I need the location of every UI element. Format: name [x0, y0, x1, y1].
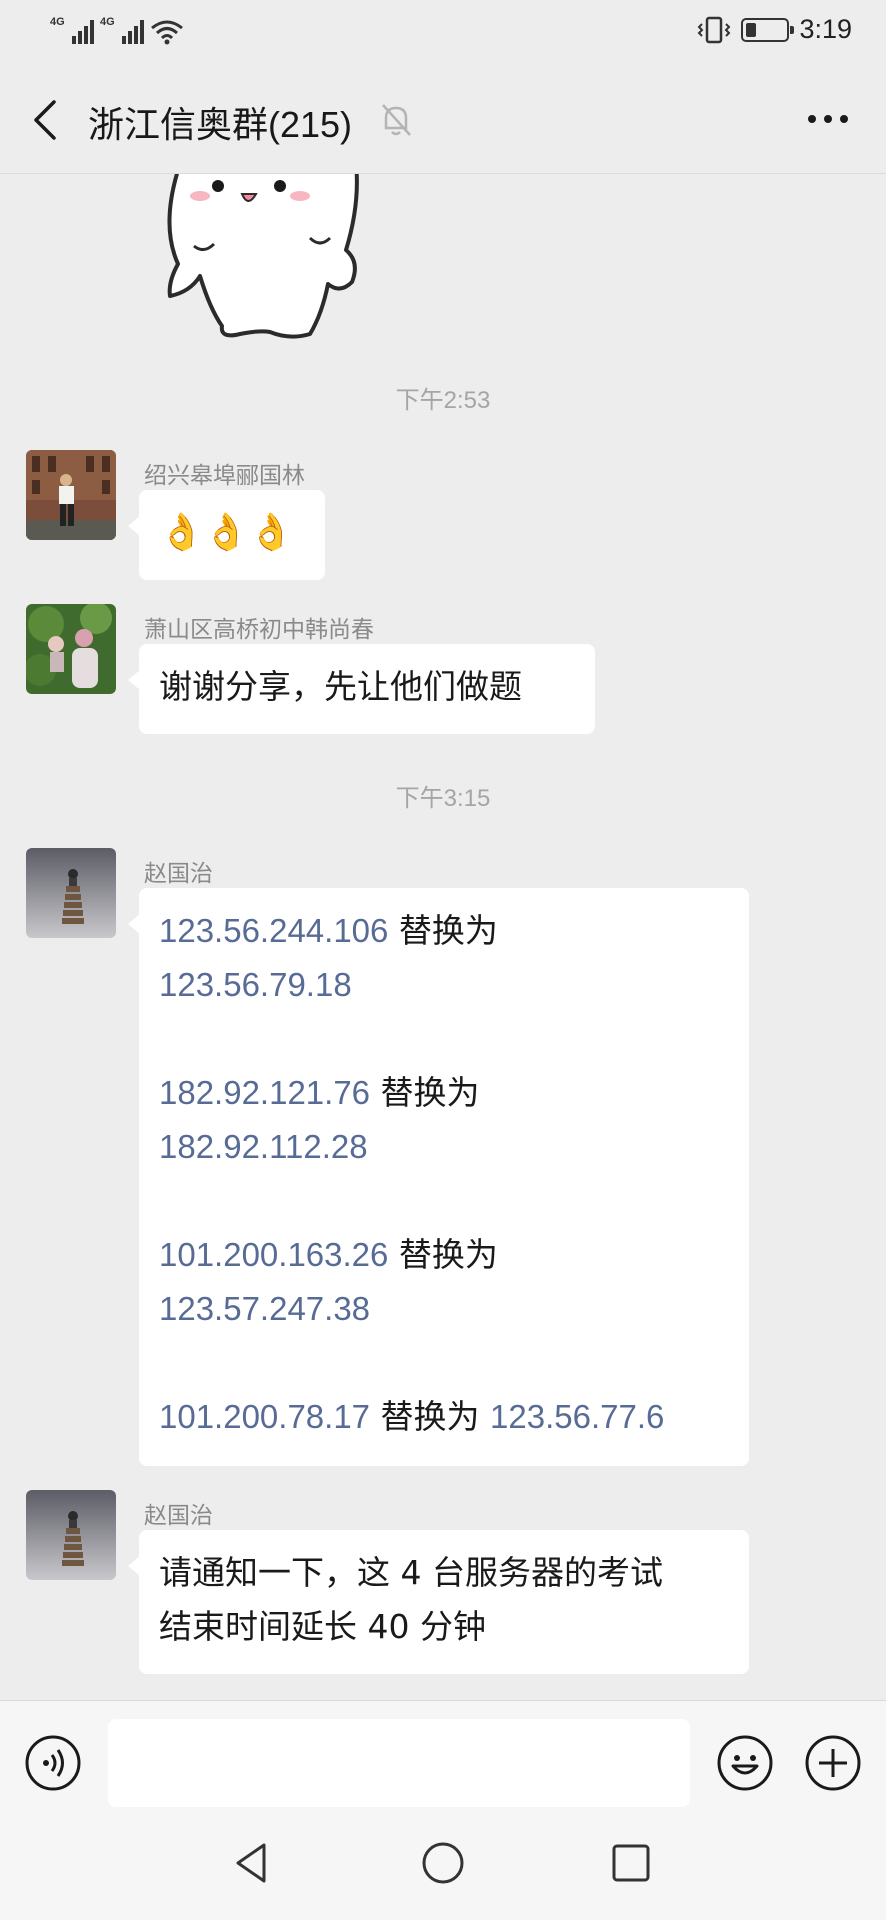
wifi-icon [151, 20, 183, 45]
message-bubble[interactable]: 请通知一下，这 4 台服务器的考试 结束时间延长 40 分钟 [128, 1530, 749, 1674]
ip-link[interactable]: 101.200.163.26 [159, 1236, 388, 1273]
more-dots-icon[interactable] [806, 112, 850, 126]
status-time: 3:19 [799, 14, 852, 44]
sender-name: 绍兴皋埠郦国林 [144, 463, 305, 489]
avatar[interactable] [26, 450, 116, 540]
message-text: 替换为 [380, 1073, 480, 1112]
plus-icon[interactable] [804, 1734, 862, 1792]
battery-icon [741, 17, 795, 42]
sender-name: 萧山区高桥初中韩尚春 [144, 617, 374, 643]
message-line: 123.56.244.106 替换为 [159, 904, 729, 958]
bell-off-icon [382, 104, 411, 136]
ip-link[interactable]: 123.56.79.18 [159, 966, 352, 1003]
ip-link[interactable]: 101.200.78.17 [159, 1398, 370, 1435]
message-line: 101.200.78.17 替换为 123.56.77.6 [159, 1390, 729, 1444]
network-type-label-2: 4G [100, 16, 115, 28]
message-line: 182.92.121.76 替换为 [159, 1066, 729, 1120]
network-type-label: 4G [50, 16, 65, 28]
message-line: 123.57.247.38 [159, 1282, 729, 1336]
status-left: 4G 4G [50, 16, 184, 46]
voice-icon[interactable] [24, 1734, 82, 1792]
chat-messages[interactable]: 下午2:53 绍兴皋埠郦国林 👌👌👌 萧山区高桥初中韩尚春 谢谢分享，先让他们做… [0, 174, 886, 1700]
avatar[interactable] [26, 848, 116, 938]
message-text: 替换为 [398, 911, 498, 950]
vibrate-icon [698, 16, 731, 43]
avatar[interactable] [26, 604, 116, 694]
message-line: 101.200.163.26 替换为 [159, 1228, 729, 1282]
chevron-left-icon[interactable] [28, 98, 64, 142]
triangle-back-icon[interactable] [230, 1840, 276, 1886]
message-bubble[interactable]: 👌👌👌 [128, 490, 325, 580]
timestamp: 下午3:15 [395, 785, 491, 812]
signal-icon-2: 4G [100, 16, 144, 46]
message-line: 123.56.79.18 [159, 958, 729, 1012]
signal-icon: 4G [50, 16, 94, 46]
message-line: 结束时间延长 40 分钟 [159, 1607, 486, 1646]
ip-link[interactable]: 182.92.112.28 [159, 1128, 368, 1165]
navigation-bar [0, 1810, 886, 1920]
timestamp: 下午2:53 [395, 387, 491, 414]
message-text: 替换为 [398, 1235, 498, 1274]
ip-link[interactable]: 182.92.121.76 [159, 1074, 370, 1111]
message-text: 替换为 [380, 1397, 480, 1436]
message-line: 182.92.112.28 [159, 1120, 729, 1174]
ip-link[interactable]: 123.57.247.38 [159, 1290, 370, 1327]
avatar[interactable] [26, 1490, 116, 1580]
square-recent-icon[interactable] [608, 1840, 654, 1886]
ip-link[interactable]: 123.56.77.6 [490, 1398, 664, 1435]
chat-header: 浙江信奥群(215) [0, 64, 886, 174]
ip-link[interactable]: 123.56.244.106 [159, 912, 388, 949]
message-input[interactable] [108, 1719, 690, 1807]
message-bubble[interactable]: 123.56.244.106 替换为 123.56.79.18 182.92.1… [128, 888, 749, 1466]
status-right: 3:19 [697, 14, 852, 45]
emoji-icon[interactable] [716, 1734, 774, 1792]
sticker-image[interactable] [160, 174, 390, 344]
chat-title: 浙江信奥群(215) [88, 104, 353, 145]
status-bar: 4G 4G 3:19 [0, 0, 886, 64]
sender-name: 赵国治 [144, 861, 213, 887]
circle-home-icon[interactable] [420, 1840, 466, 1886]
sender-name: 赵国治 [144, 1503, 213, 1529]
message-line: 请通知一下，这 4 台服务器的考试 [159, 1553, 663, 1592]
message-bubble[interactable]: 谢谢分享，先让他们做题 [128, 644, 595, 734]
message-text: 谢谢分享，先让他们做题 [159, 667, 522, 706]
input-bar [0, 1700, 886, 1810]
message-text: 👌👌👌 [159, 512, 294, 553]
